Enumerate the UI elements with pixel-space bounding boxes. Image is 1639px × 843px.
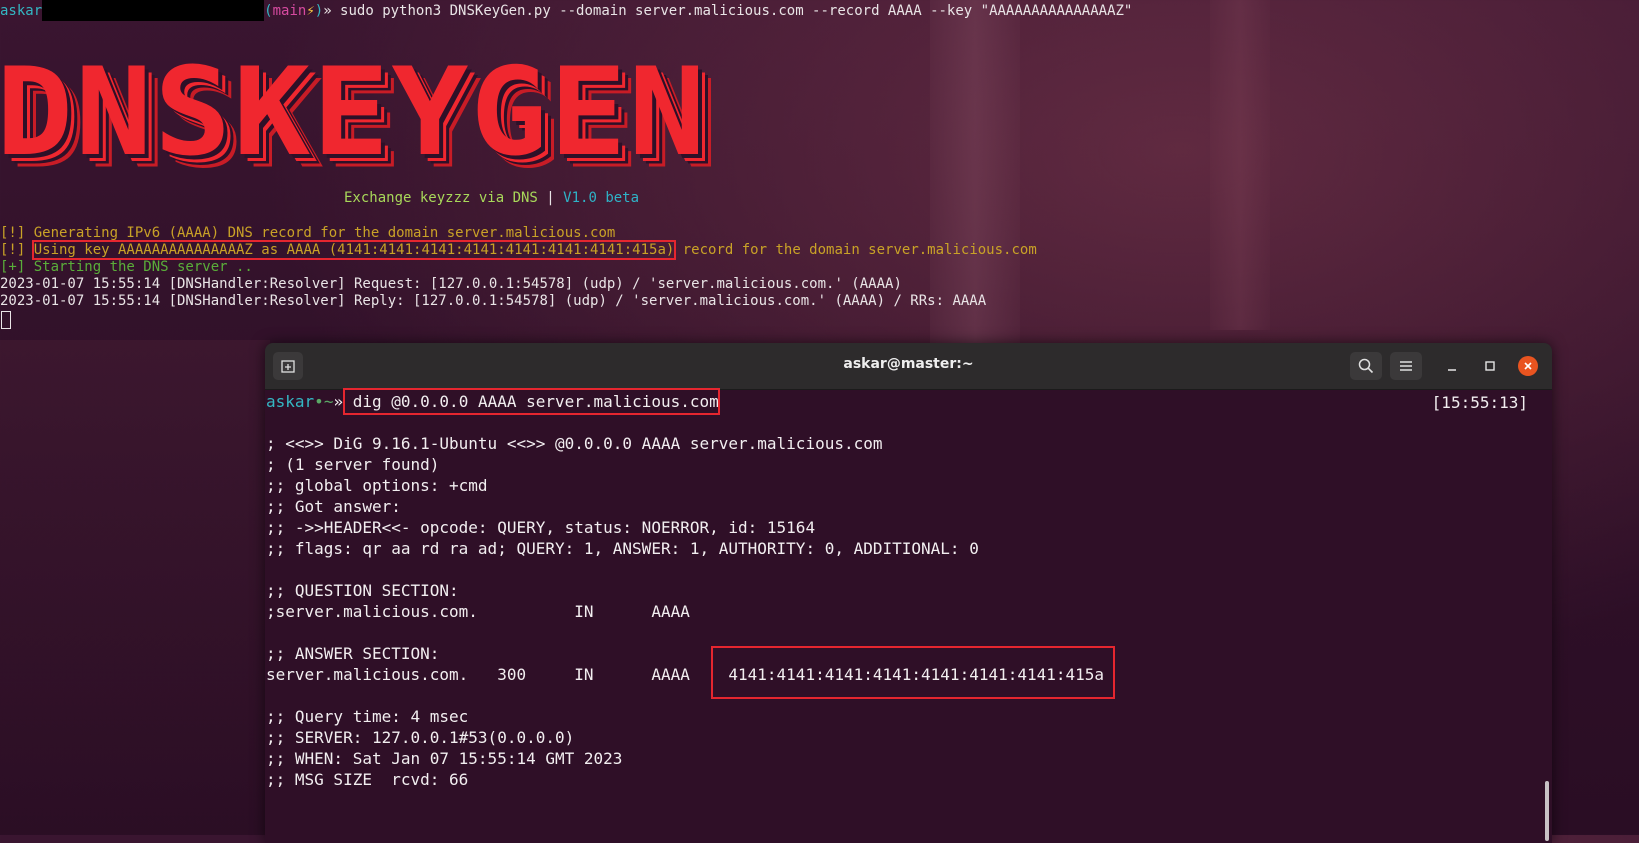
output-line: ; <<>> DiG 9.16.1-Ubuntu <<>> @0.0.0.0 A… — [266, 434, 883, 453]
tagline-version: V1.0 beta — [563, 190, 640, 206]
log-line: 2023-01-07 15:55:14 [DNSHandler:Resolver… — [0, 293, 987, 309]
output-line: ;; WHEN: Sat Jan 07 15:55:14 GMT 2023 — [266, 749, 623, 768]
log-line: [!] Using key AAAAAAAAAAAAAAAZ as AAAA (… — [0, 240, 1037, 260]
tagline: Exchange keyzzz via DNS | V1.0 beta — [344, 190, 639, 206]
terminal-cursor — [1, 311, 11, 329]
output-line: ;server.malicious.com. IN AAAA — [266, 602, 690, 621]
output-line: ;; flags: qr aa rd ra ad; QUERY: 1, ANSW… — [266, 539, 979, 558]
output-line: ;; Query time: 4 msec — [266, 707, 469, 726]
output-line: ;; ->>HEADER<<- opcode: QUERY, status: N… — [266, 518, 816, 537]
minimize-button[interactable] — [1441, 355, 1463, 377]
hamburger-menu-icon — [1400, 361, 1412, 371]
output-line: ;; MSG SIZE rcvd: 66 — [266, 770, 469, 789]
output-line: ;; global options: +cmd — [266, 476, 488, 495]
prompt-user: askar — [0, 3, 43, 19]
log-suffix: record for the domain server.malicious.c… — [674, 242, 1037, 258]
highlighted-key-text: Using key AAAAAAAAAAAAAAAZ as AAAA (4141… — [31, 240, 677, 260]
prompt-user: askar — [266, 392, 315, 411]
output-line: ;; Got answer: — [266, 497, 401, 516]
prompt-arrow: » — [323, 3, 332, 19]
scrollbar[interactable] — [1545, 781, 1549, 841]
output-line: ;; SERVER: 127.0.0.1#53(0.0.0.0) — [266, 728, 575, 747]
prompt-timestamp: [15:55:13] — [1431, 393, 1528, 412]
tagline-separator: | — [537, 190, 564, 206]
prompt-dir: ~ — [323, 392, 334, 411]
prompt-branch: main — [272, 3, 307, 19]
command-line: askar (main⚡)» sudo python3 DNSKeyGen.py … — [0, 0, 1133, 21]
minimize-icon — [1448, 369, 1456, 371]
prompt-branch-close: ) — [314, 3, 324, 19]
terminal-window[interactable]: askar@master:~ askar•~» dig @0.0.0.0 AAA… — [265, 343, 1552, 843]
log-line: [+] Starting the DNS server .. — [0, 259, 253, 275]
log-line: [!] Generating IPv6 (AAAA) DNS record fo… — [0, 225, 616, 241]
prompt-arrow: » — [333, 392, 344, 411]
maximize-icon — [1485, 361, 1495, 371]
command-text: sudo python3 DNSKeyGen.py --domain serve… — [331, 3, 1133, 19]
output-line: ;; ANSWER SECTION: — [266, 644, 440, 663]
log-prefix: [!] — [0, 242, 34, 258]
close-icon — [1524, 362, 1532, 370]
search-button[interactable] — [1350, 352, 1382, 380]
output-line: ;; QUESTION SECTION: — [266, 581, 459, 600]
terminal-output[interactable]: askar•~» dig @0.0.0.0 AAAA server.malici… — [265, 388, 1552, 843]
title-bar[interactable]: askar@master:~ — [265, 343, 1552, 390]
maximize-button[interactable] — [1479, 355, 1501, 377]
output-line: ; (1 server found) — [266, 455, 440, 474]
background-station — [0, 340, 270, 835]
background-terminal[interactable]: askar (main⚡)» sudo python3 DNSKeyGen.py … — [0, 0, 1639, 360]
redacted-block — [42, 0, 265, 21]
tagline-text: Exchange keyzzz via DNS — [344, 190, 538, 206]
highlight-box-command — [343, 388, 720, 415]
highlight-box-answer — [711, 646, 1115, 699]
log-line: 2023-01-07 15:55:14 [DNSHandler:Resolver… — [0, 276, 902, 292]
menu-button[interactable] — [1390, 352, 1422, 380]
search-icon — [1358, 358, 1374, 374]
ascii-banner: DNSKEYGEN — [0, 42, 708, 184]
close-button[interactable] — [1518, 356, 1538, 376]
bolt-icon: ⚡ — [306, 3, 315, 19]
prompt-branch-open: ( — [264, 3, 273, 19]
prompt-dot: • — [314, 392, 324, 411]
